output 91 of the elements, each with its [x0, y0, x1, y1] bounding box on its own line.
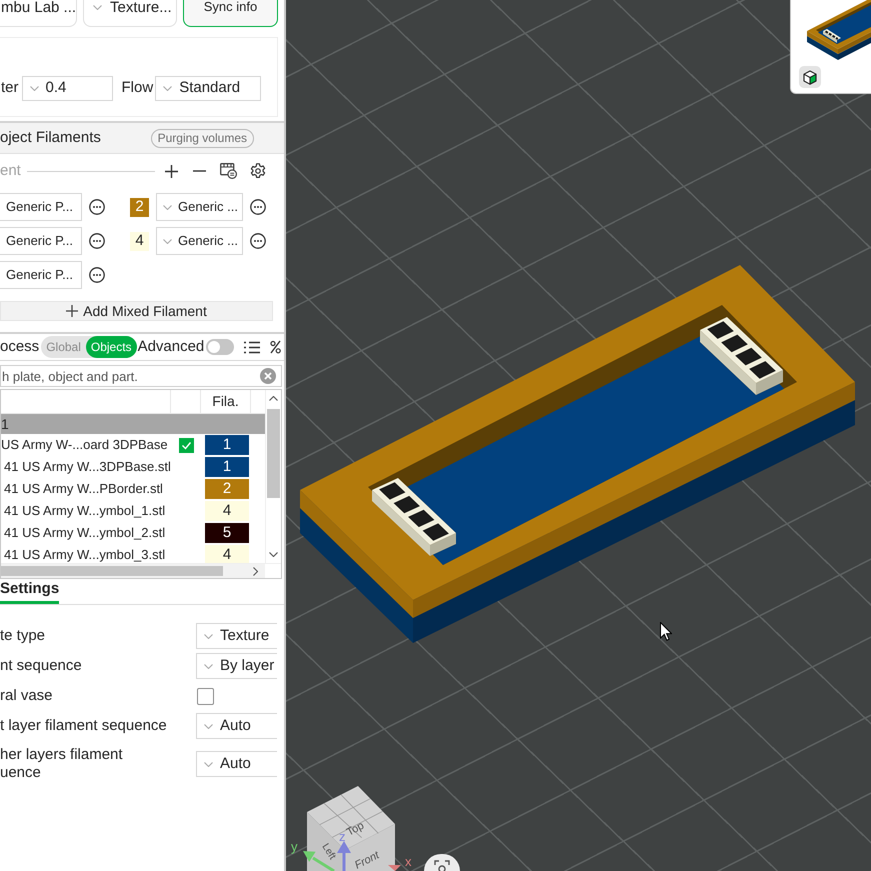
plate-type-dropdown[interactable]: Texture... [83, 0, 177, 27]
z-axis-arrow [337, 841, 351, 871]
x-axis-arrow [388, 865, 401, 871]
add-icon [66, 305, 78, 317]
mouse-pointer-icon [660, 622, 672, 641]
setting-dropdown[interactable]: Auto [196, 713, 277, 739]
caret-icon [163, 86, 172, 91]
filament-index: 1 [205, 435, 249, 455]
more-options-icon[interactable] [250, 199, 266, 215]
setting-label: te type [0, 626, 46, 646]
section-title: oject Filaments [0, 128, 101, 148]
purging-volumes-button[interactable]: Purging volumes [150, 128, 254, 148]
printer-selector[interactable]: mbu Lab ... [0, 0, 77, 27]
setting-dropdown[interactable]: Auto [196, 751, 277, 777]
plate-row[interactable]: 1 [1, 414, 265, 434]
part-name[interactable]: 41 US Army W...ymbol_2.stl [1, 523, 179, 543]
setting-label: nt sequence [0, 656, 83, 676]
filament-index: 5 [205, 523, 249, 543]
search-field[interactable]: h plate, object and part. [0, 365, 282, 387]
object-name[interactable]: US Army W-...oard 3DPBase [1, 435, 179, 455]
filament-index: 2 [205, 479, 249, 499]
part-name[interactable]: 41 US Army W...3DPBase.stl [1, 457, 179, 477]
camera-icon [434, 860, 450, 871]
filament-dropdown[interactable]: Generic ... [156, 227, 243, 255]
filament-index: 4 [130, 232, 149, 250]
3d-viewport[interactable]: Top Left Front x y z [286, 0, 871, 871]
filament-dropdown[interactable]: Generic P... [0, 261, 82, 289]
view-cube[interactable] [307, 786, 395, 871]
setting-dropdown[interactable]: By layer [196, 653, 277, 679]
scroll-down-icon[interactable] [269, 552, 278, 557]
caret-icon [204, 664, 213, 668]
cube-face-label: Front [352, 849, 382, 871]
flow-label: Flow [122, 78, 154, 98]
filament-index: 2 [130, 198, 149, 216]
checkbox[interactable] [197, 688, 214, 704]
filament-index: 4 [205, 501, 249, 521]
caret-icon [204, 634, 213, 638]
percent-icon[interactable] [270, 340, 282, 354]
setting-label: t layer filament sequence [0, 716, 168, 736]
caret-icon [30, 86, 39, 91]
filament-index: 4 [205, 545, 249, 563]
axis-label: z [339, 829, 346, 844]
setting-dropdown[interactable]: Texture [196, 623, 277, 649]
part-name[interactable]: 41 US Army W...PBorder.stl [1, 479, 179, 499]
filament-index: 1 [205, 457, 249, 477]
flow-dropdown[interactable]: Standard [155, 76, 262, 101]
object-view-button[interactable] [799, 66, 821, 88]
filament-dropdown[interactable]: Generic P... [0, 227, 82, 255]
cube-face-label: Top [344, 820, 366, 839]
column-header: Fila. [201, 390, 251, 413]
filament-dropdown[interactable]: Generic ... [156, 193, 243, 221]
filament-table-icon[interactable] [220, 163, 237, 179]
axis-label: x [405, 854, 412, 869]
add-mixed-filament-button[interactable]: Add Mixed Filament [0, 301, 273, 321]
more-options-icon[interactable] [250, 233, 266, 249]
settings-icon[interactable] [250, 163, 266, 179]
setting-label: her layers filament uence [0, 745, 124, 783]
caret-icon [204, 724, 213, 728]
add-icon[interactable] [164, 164, 178, 178]
vertical-scrollbar[interactable] [265, 390, 281, 563]
axis-label: y [291, 839, 298, 854]
scrollbar-thumb[interactable] [267, 409, 280, 498]
cube-icon [803, 70, 817, 84]
caret-icon [163, 238, 172, 244]
advanced-toggle[interactable] [206, 339, 234, 355]
part-name[interactable]: 41 US Army W...ymbol_3.stl [1, 545, 179, 563]
cube-face-label: Left [319, 842, 338, 862]
nozzle-dropdown[interactable]: 0.4 [22, 76, 113, 101]
more-options-icon[interactable] [89, 199, 105, 215]
setting-label: ral vase [0, 686, 54, 706]
sync-info-button[interactable]: Sync info [183, 0, 278, 27]
filament-dropdown[interactable]: Generic P... [0, 193, 82, 221]
caret-icon [93, 5, 102, 10]
part-name[interactable]: 41 US Army W...ymbol_1.stl [1, 501, 179, 521]
advanced-label: Advanced [138, 336, 204, 357]
more-options-icon[interactable] [89, 233, 105, 249]
settings-tab[interactable]: Settings [0, 578, 60, 604]
caret-icon [163, 204, 172, 210]
list-icon[interactable] [244, 340, 260, 354]
more-options-icon[interactable] [89, 267, 105, 283]
horizontal-scrollbar[interactable] [1, 564, 265, 578]
clear-icon[interactable] [260, 368, 276, 384]
camera-button[interactable] [424, 854, 460, 871]
section-title: ocess [0, 336, 40, 357]
caret-icon [204, 762, 213, 766]
scroll-up-icon[interactable] [269, 396, 278, 401]
nozzle-label: ter [1, 78, 19, 98]
scroll-right-icon[interactable] [253, 567, 258, 576]
scrollbar-thumb[interactable] [1, 566, 223, 576]
filament-label: ent [0, 160, 21, 181]
checkbox[interactable] [179, 438, 194, 452]
